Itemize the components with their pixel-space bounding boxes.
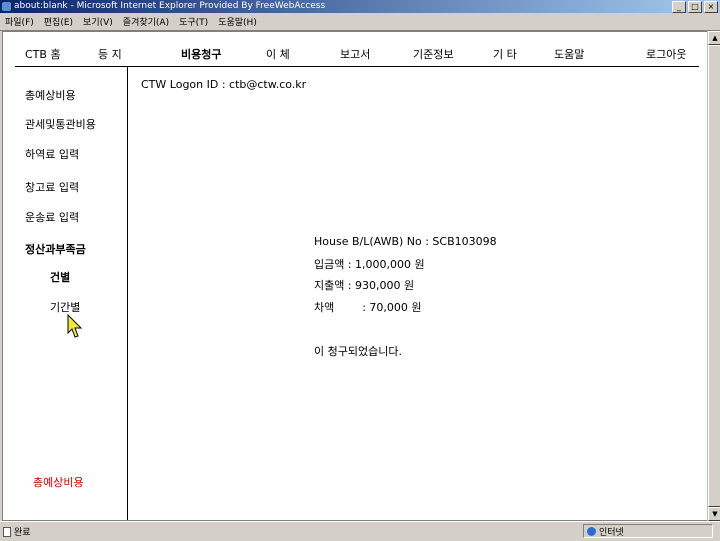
expense-amount: 지출액 : 930,000 원 — [314, 279, 415, 292]
scroll-down-icon[interactable]: ▼ — [708, 507, 720, 521]
mouse-cursor-icon — [67, 314, 83, 338]
window-title: about:blank - Microsoft Internet Explore… — [14, 1, 326, 11]
maximize-button[interactable]: □ — [688, 1, 702, 13]
scroll-up-icon[interactable]: ▲ — [708, 31, 720, 45]
nav-billing[interactable]: 비용청구 — [181, 46, 221, 62]
status-text: 완료 — [14, 528, 31, 538]
page-content: CTB 홈 등 지 비용청구 이 체 보고서 기준정보 기 타 도움말 로그아웃… — [2, 31, 709, 521]
sidebar-divider — [127, 67, 128, 520]
sidebar-item-per-period[interactable]: 기간별 — [50, 299, 80, 315]
nav-help[interactable]: 도움말 — [554, 46, 584, 62]
status-left: 완료 — [3, 525, 31, 538]
menu-tools[interactable]: 도구(T) — [174, 15, 213, 28]
sidebar-item-storage-fee[interactable]: 창고료 입력 — [25, 179, 79, 195]
ie-icon — [2, 2, 11, 11]
zone-text: 인터넷 — [599, 527, 624, 538]
menu-help[interactable]: 도움말(H) — [213, 15, 262, 28]
menu-view[interactable]: 보기(V) — [78, 15, 118, 28]
close-button[interactable]: × — [704, 1, 718, 13]
vertical-scrollbar[interactable]: ▲ ▼ — [707, 31, 720, 521]
sidebar-item-customs-cost[interactable]: 관세및통관비용 — [25, 116, 96, 132]
logon-id-text: CTW Logon ID : ctb@ctw.co.kr — [141, 78, 307, 91]
top-navigation: CTB 홈 등 지 비용청구 이 체 보고서 기준정보 기 타 도움말 로그아웃 — [3, 32, 708, 68]
nav-report[interactable]: 보고서 — [340, 46, 370, 62]
house-bl-number: House B/L(AWB) No : SCB103098 — [314, 235, 497, 248]
nav-etc[interactable]: 기 타 — [493, 46, 517, 62]
internet-globe-icon — [587, 526, 596, 536]
page-done-icon — [3, 526, 11, 537]
status-bar: 완료 인터넷 — [0, 521, 720, 541]
sidebar-item-handling-fee[interactable]: 하역료 입력 — [25, 146, 79, 162]
deposit-amount: 입금액 : 1,000,000 원 — [314, 258, 425, 271]
scroll-thumb[interactable] — [708, 45, 720, 507]
nav-ctb-home[interactable]: CTB 홈 — [25, 46, 61, 62]
menu-bar: 파일(F) 편집(E) 보기(V) 즐겨찾기(A) 도구(T) 도움말(H) — [0, 13, 720, 31]
sidebar-item-per-case[interactable]: 건별 — [50, 269, 70, 285]
menu-favorites[interactable]: 즐겨찾기(A) — [118, 15, 174, 28]
menu-edit[interactable]: 편집(E) — [39, 15, 78, 28]
minimize-button[interactable]: _ — [672, 1, 686, 13]
status-zone: 인터넷 — [583, 524, 713, 538]
difference-amount: 차액 : 70,000 원 — [314, 301, 422, 314]
sidebar-item-settlement[interactable]: 정산과부족금 — [25, 241, 86, 257]
sidebar-item-total-estimate[interactable]: 총예상비용 — [25, 87, 76, 103]
nav-base-info[interactable]: 기준정보 — [413, 46, 453, 62]
window-titlebar: about:blank - Microsoft Internet Explore… — [0, 0, 720, 13]
nav-register[interactable]: 등 지 — [98, 46, 122, 62]
sidebar-bottom-total-estimate[interactable]: 총예상비용 — [33, 474, 84, 490]
nav-transfer[interactable]: 이 체 — [266, 46, 290, 62]
nav-divider — [15, 66, 699, 67]
billing-complete-message: 이 청구되었습니다. — [314, 345, 402, 358]
nav-logout[interactable]: 로그아웃 — [646, 46, 686, 62]
menu-file[interactable]: 파일(F) — [0, 15, 39, 28]
sidebar-item-freight-fee[interactable]: 운송료 입력 — [25, 209, 79, 225]
window-controls: _ □ × — [672, 1, 718, 13]
